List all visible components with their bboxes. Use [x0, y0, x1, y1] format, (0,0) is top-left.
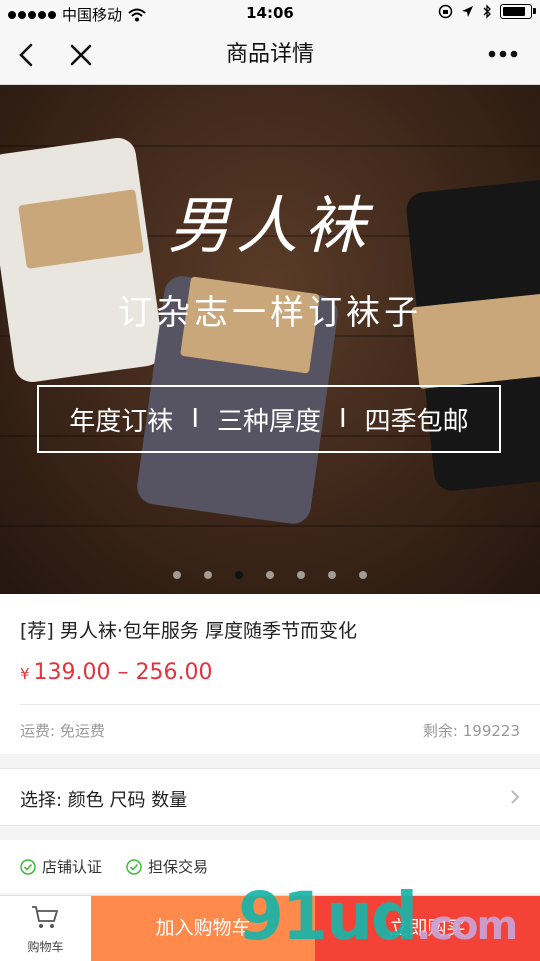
- divider: [20, 704, 540, 705]
- watermark-logo: 91ud.com: [238, 884, 518, 950]
- badge-label: 店铺认证: [42, 858, 103, 876]
- brand-logo: 男人袜: [167, 189, 372, 262]
- chevron-right-icon: [511, 790, 520, 804]
- feature-3: 四季包邮: [364, 406, 469, 437]
- check-circle-icon: [126, 858, 142, 875]
- feature-separator: I: [191, 404, 199, 434]
- cart-label: 购物车: [27, 940, 64, 954]
- carousel-pager[interactable]: [0, 571, 540, 579]
- cart-button[interactable]: 购物车: [0, 896, 91, 961]
- store-verified-badge: 店铺认证: [20, 856, 102, 877]
- shopping-cart-icon: [32, 906, 58, 928]
- shipping-fee: 运费: 免运费: [20, 722, 105, 740]
- pager-dot-active[interactable]: [235, 571, 243, 579]
- product-image-carousel[interactable]: 男人袜 订杂志一样订袜子 年度订袜 I 三种厚度 I 四季包邮: [0, 85, 540, 594]
- currency-symbol: ¥: [20, 665, 30, 683]
- select-options-row[interactable]: 选择: 颜色 尺码 数量: [0, 768, 540, 826]
- product-price: ¥139.00 – 256.00: [20, 660, 213, 685]
- guaranteed-trade-badge: 担保交易: [126, 856, 208, 877]
- bluetooth-icon: [483, 4, 491, 19]
- product-title: [荐] 男人袜·包年服务 厚度随季节而变化: [20, 620, 357, 642]
- more-icon[interactable]: [488, 46, 518, 62]
- feature-1: 年度订袜: [69, 406, 174, 437]
- location-icon: [462, 6, 473, 17]
- feature-2: 三种厚度: [216, 406, 321, 437]
- select-options-label: 选择: 颜色 尺码 数量: [20, 790, 188, 811]
- price-range: 139.00 – 256.00: [33, 660, 213, 685]
- feature-separator: I: [339, 404, 347, 434]
- battery-icon: [500, 4, 536, 19]
- status-icons: [438, 4, 536, 19]
- stock-remaining: 剩余: 199223: [422, 722, 520, 740]
- watermark-text: 91ud: [238, 878, 418, 955]
- banner-slogan: 订杂志一样订袜子: [118, 293, 422, 333]
- nav-bar: 商品详情: [0, 28, 540, 85]
- orientation-lock-icon: [438, 4, 453, 19]
- check-circle-icon: [20, 858, 36, 875]
- pager-dot[interactable]: [266, 571, 274, 579]
- banner-features-box: 年度订袜 I 三种厚度 I 四季包邮: [37, 385, 501, 453]
- pager-dot[interactable]: [359, 571, 367, 579]
- watermark-suffix: .com: [416, 903, 518, 949]
- page-title: 商品详情: [225, 42, 314, 67]
- badge-label: 担保交易: [148, 858, 209, 876]
- pager-dot[interactable]: [204, 571, 212, 579]
- status-bar: 中国移动 14:06: [0, 0, 540, 28]
- pager-dot[interactable]: [328, 571, 336, 579]
- pager-dot[interactable]: [173, 571, 181, 579]
- product-info: [荐] 男人袜·包年服务 厚度随季节而变化 ¥139.00 – 256.00 运…: [0, 594, 540, 754]
- pager-dot[interactable]: [297, 571, 305, 579]
